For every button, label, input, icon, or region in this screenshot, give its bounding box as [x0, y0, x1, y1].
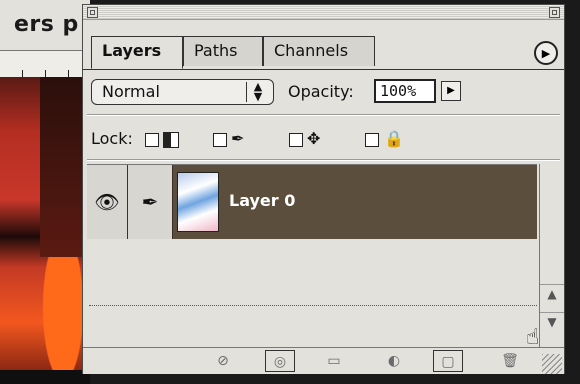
- document-titlebar[interactable]: ers p: [0, 0, 90, 50]
- opacity-label: Opacity:: [288, 82, 354, 101]
- move-icon: ✥: [307, 129, 321, 148]
- adjustment-layer-icon[interactable]: ◐: [379, 350, 409, 372]
- document-window: ers p: [0, 0, 90, 384]
- opacity-value: 100%: [380, 82, 417, 100]
- lock-row: Lock: ✒ ✥ 🔒: [83, 119, 564, 159]
- lock-transparency-checkbox[interactable]: [145, 133, 159, 147]
- blend-row: Normal ▲ ▼ Opacity: 100% ▶: [83, 71, 564, 111]
- triangle-right-icon: ▶: [447, 85, 455, 96]
- blend-mode-select[interactable]: Normal ▲ ▼: [91, 79, 274, 105]
- layer-name[interactable]: Layer 0: [229, 189, 295, 213]
- palette-toolbar: ⊘ ◎ ▭ ◐ ▢ 🗑: [83, 347, 564, 374]
- scroll-up-arrow-icon[interactable]: ▲: [540, 284, 564, 303]
- tab-bar: Layers Paths Channels ▶: [83, 19, 564, 70]
- tab-paths[interactable]: Paths: [183, 36, 263, 66]
- lock-icon: 🔒: [384, 129, 404, 148]
- brush-icon: ✒: [231, 129, 245, 148]
- layer-row[interactable]: 👁 ✒ Layer 0: [87, 165, 537, 239]
- layer-thumbnail[interactable]: [177, 172, 219, 232]
- layer-mask-icon[interactable]: ◎: [265, 350, 295, 372]
- triangle-right-icon: ▶: [541, 46, 551, 60]
- tab-label: Paths: [194, 41, 238, 60]
- scroll-down-arrow-icon[interactable]: ▼: [540, 312, 564, 331]
- opacity-slider-button[interactable]: ▶: [441, 81, 461, 101]
- palette-titlebar[interactable]: [83, 5, 564, 20]
- opacity-field[interactable]: 100%: [374, 79, 436, 103]
- tab-label: Channels: [274, 41, 349, 60]
- tab-label: Layers: [102, 41, 162, 60]
- lock-label: Lock:: [91, 129, 133, 148]
- palette-menu-button[interactable]: ▶: [534, 41, 558, 65]
- document-title: ers p: [14, 12, 79, 37]
- divider: [87, 114, 560, 116]
- eye-icon[interactable]: 👁: [87, 165, 128, 239]
- layers-palette: Layers Paths Channels ▶ Normal ▲ ▼ Opacit…: [82, 4, 565, 374]
- new-set-icon[interactable]: ▭: [319, 350, 349, 372]
- new-layer-icon[interactable]: ▢: [433, 350, 463, 372]
- transparency-checker-icon: [163, 132, 179, 148]
- resize-handle-icon[interactable]: [542, 354, 562, 374]
- tab-channels[interactable]: Channels: [263, 36, 375, 66]
- divider: [87, 159, 560, 161]
- layers-list: 👁 ✒ Layer 0: [87, 164, 537, 355]
- lock-all-checkbox[interactable]: [365, 133, 379, 147]
- lock-position-checkbox[interactable]: [289, 133, 303, 147]
- lock-image-checkbox[interactable]: [213, 133, 227, 147]
- up-down-arrows-icon: ▲ ▼: [246, 81, 269, 102]
- hand-cursor-icon: ☝: [526, 325, 540, 350]
- paintbrush-icon[interactable]: ✒: [128, 165, 173, 239]
- canvas-shape: [40, 77, 82, 257]
- tab-layers[interactable]: Layers: [91, 36, 183, 69]
- trash-icon[interactable]: 🗑: [495, 350, 525, 372]
- blend-mode-value: Normal: [102, 82, 160, 101]
- drop-area: [89, 305, 537, 352]
- scrollbar[interactable]: ▲ ▼: [539, 164, 564, 354]
- close-box-icon[interactable]: [87, 7, 98, 18]
- ruler[interactable]: [0, 50, 90, 78]
- layer-style-icon[interactable]: ⊘: [208, 350, 238, 372]
- window-edge: [0, 370, 90, 384]
- zoom-box-icon[interactable]: [549, 7, 560, 18]
